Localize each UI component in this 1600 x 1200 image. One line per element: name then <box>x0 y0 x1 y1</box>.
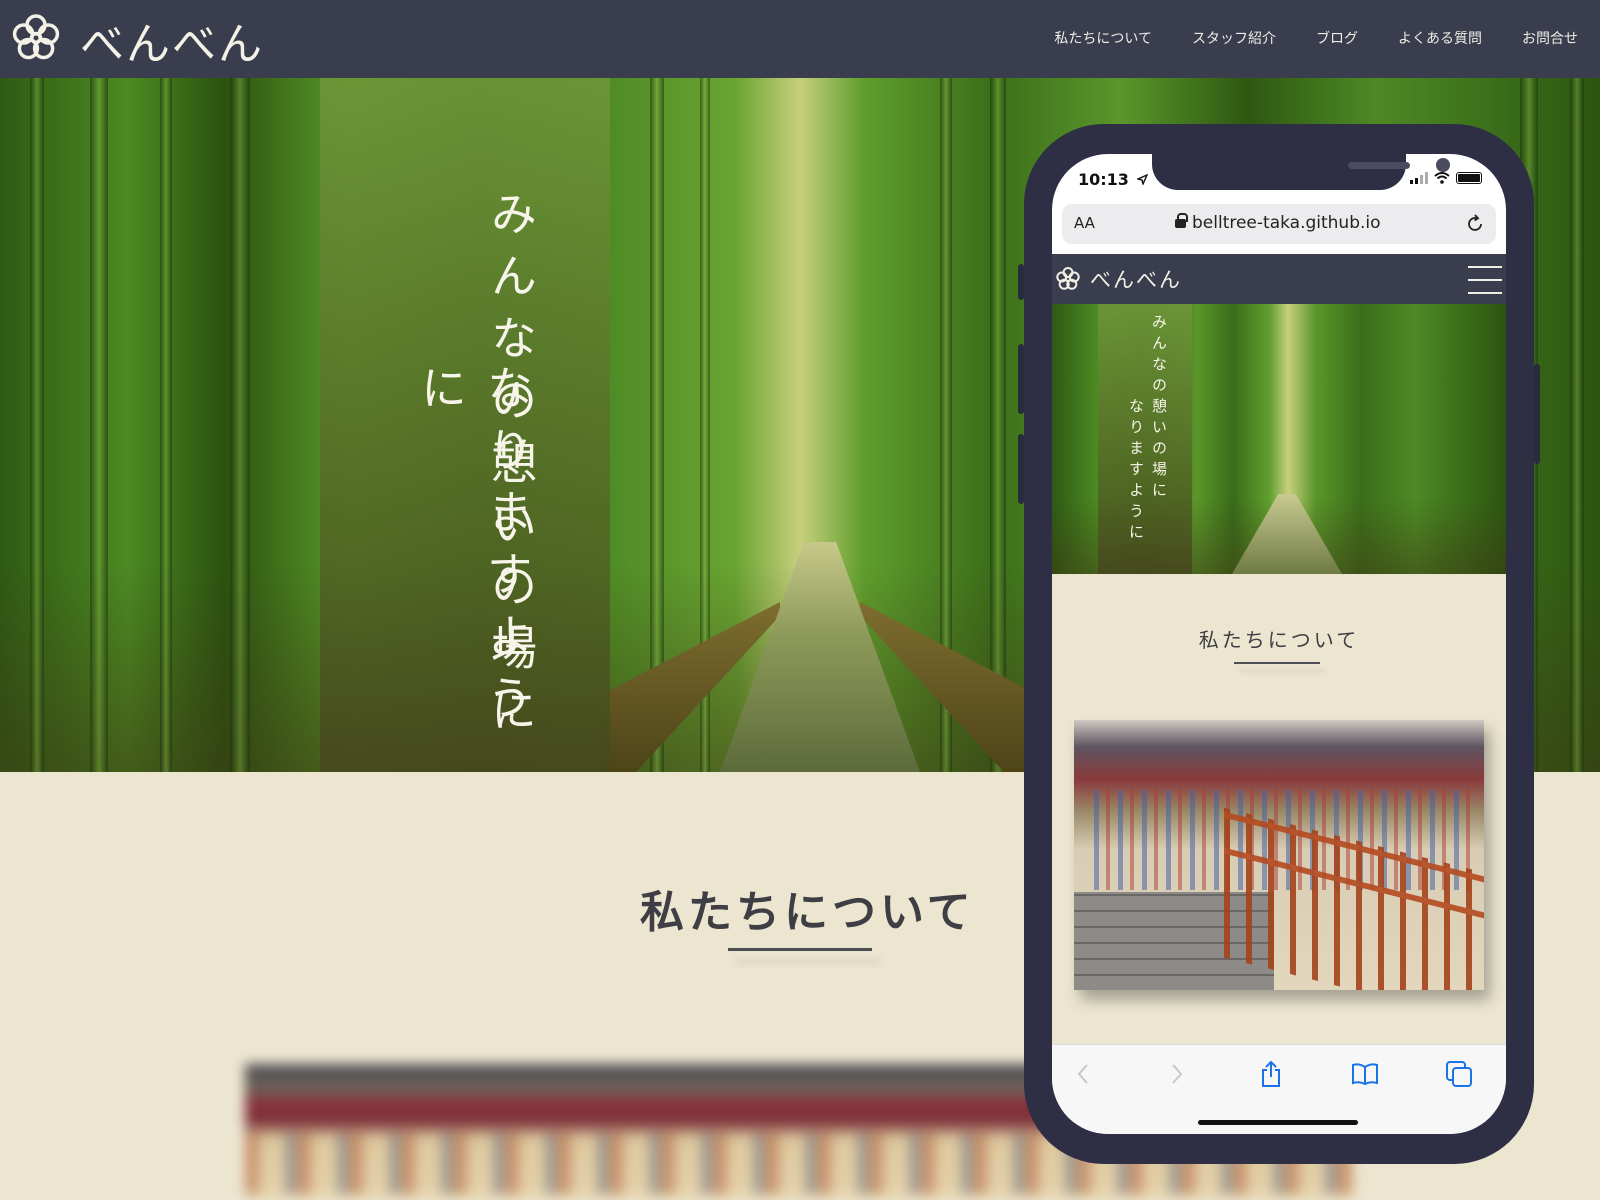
phone-side-button <box>1018 264 1024 300</box>
bamboo-stalk <box>160 78 172 772</box>
reload-icon[interactable] <box>1464 213 1486 235</box>
logo-flower-icon[interactable] <box>1056 267 1080 291</box>
nav-link-contact[interactable]: お問合せ <box>1522 28 1578 48</box>
bamboo-stalk <box>230 78 250 772</box>
forest-path <box>720 542 920 772</box>
bamboo-stalk <box>30 78 44 772</box>
mobile-about-section: 私たちについて <box>1052 574 1506 1044</box>
mobile-hero: みんなの憩いの場に なりますように <box>1052 304 1506 574</box>
signal-icon <box>1410 172 1428 184</box>
bamboo-stalk <box>990 78 1006 772</box>
status-icons <box>1410 172 1482 184</box>
location-arrow-icon <box>1135 173 1148 187</box>
mobile-site-header: べんべん <box>1052 254 1506 304</box>
main-nav: 私たちについて スタッフ紹介 ブログ よくある質問 お問合せ <box>1054 28 1578 48</box>
battery-icon <box>1456 172 1482 184</box>
home-indicator[interactable] <box>1198 1120 1358 1125</box>
forest-path <box>1232 494 1342 574</box>
phone-notch <box>1152 154 1450 190</box>
nav-link-faq[interactable]: よくある質問 <box>1398 28 1482 48</box>
phone-screen: 10:13 AA belltree-taka.github.io べんべん みん… <box>1052 154 1506 1134</box>
url-text[interactable]: belltree-taka.github.io <box>1192 213 1381 233</box>
about-title-underline <box>728 948 872 951</box>
status-time-text: 10:13 <box>1078 170 1129 189</box>
phone-side-button <box>1534 364 1540 464</box>
mobile-about-image <box>1074 720 1484 990</box>
nav-link-staff[interactable]: スタッフ紹介 <box>1192 28 1276 48</box>
forward-arrow-icon[interactable] <box>1162 1059 1192 1089</box>
phone-speaker <box>1348 162 1410 169</box>
nav-link-about[interactable]: 私たちについて <box>1054 28 1152 48</box>
phone-camera <box>1436 158 1450 172</box>
mobile-about-underline <box>1234 662 1320 664</box>
tabs-icon[interactable] <box>1444 1059 1474 1089</box>
wifi-icon <box>1434 172 1450 184</box>
status-time: 10:13 <box>1078 170 1148 189</box>
logo-flower-icon[interactable] <box>12 14 60 62</box>
phone-mockup: 10:13 AA belltree-taka.github.io べんべん みん… <box>1018 124 1540 1164</box>
lock-icon <box>1175 213 1188 228</box>
mobile-site-brand[interactable]: べんべん <box>1090 264 1182 294</box>
safari-url-bar[interactable]: AA belltree-taka.github.io <box>1062 204 1496 244</box>
hamburger-menu-icon[interactable] <box>1468 266 1502 294</box>
phone-side-button <box>1018 344 1024 414</box>
reader-aa-button[interactable]: AA <box>1074 214 1095 232</box>
hero-tagline-line2: なりますように <box>414 364 534 736</box>
nav-link-blog[interactable]: ブログ <box>1316 28 1358 48</box>
site-header: べんべん 私たちについて スタッフ紹介 ブログ よくある質問 お問合せ <box>0 0 1600 78</box>
back-arrow-icon[interactable] <box>1068 1059 1098 1089</box>
mobile-hero-tagline-line1: みんなの憩いの場に <box>1150 314 1168 503</box>
bamboo-stalk <box>90 78 108 772</box>
bookmarks-icon[interactable] <box>1350 1059 1380 1089</box>
mobile-hero-tagline-line2: なりますように <box>1127 398 1145 545</box>
mobile-about-title: 私たちについて <box>1198 628 1360 652</box>
bamboo-stalk <box>1570 78 1584 772</box>
site-brand[interactable]: べんべん <box>80 8 264 72</box>
phone-side-button <box>1018 434 1024 504</box>
share-icon[interactable] <box>1256 1059 1286 1089</box>
about-section-title: 私たちについて <box>640 887 975 938</box>
